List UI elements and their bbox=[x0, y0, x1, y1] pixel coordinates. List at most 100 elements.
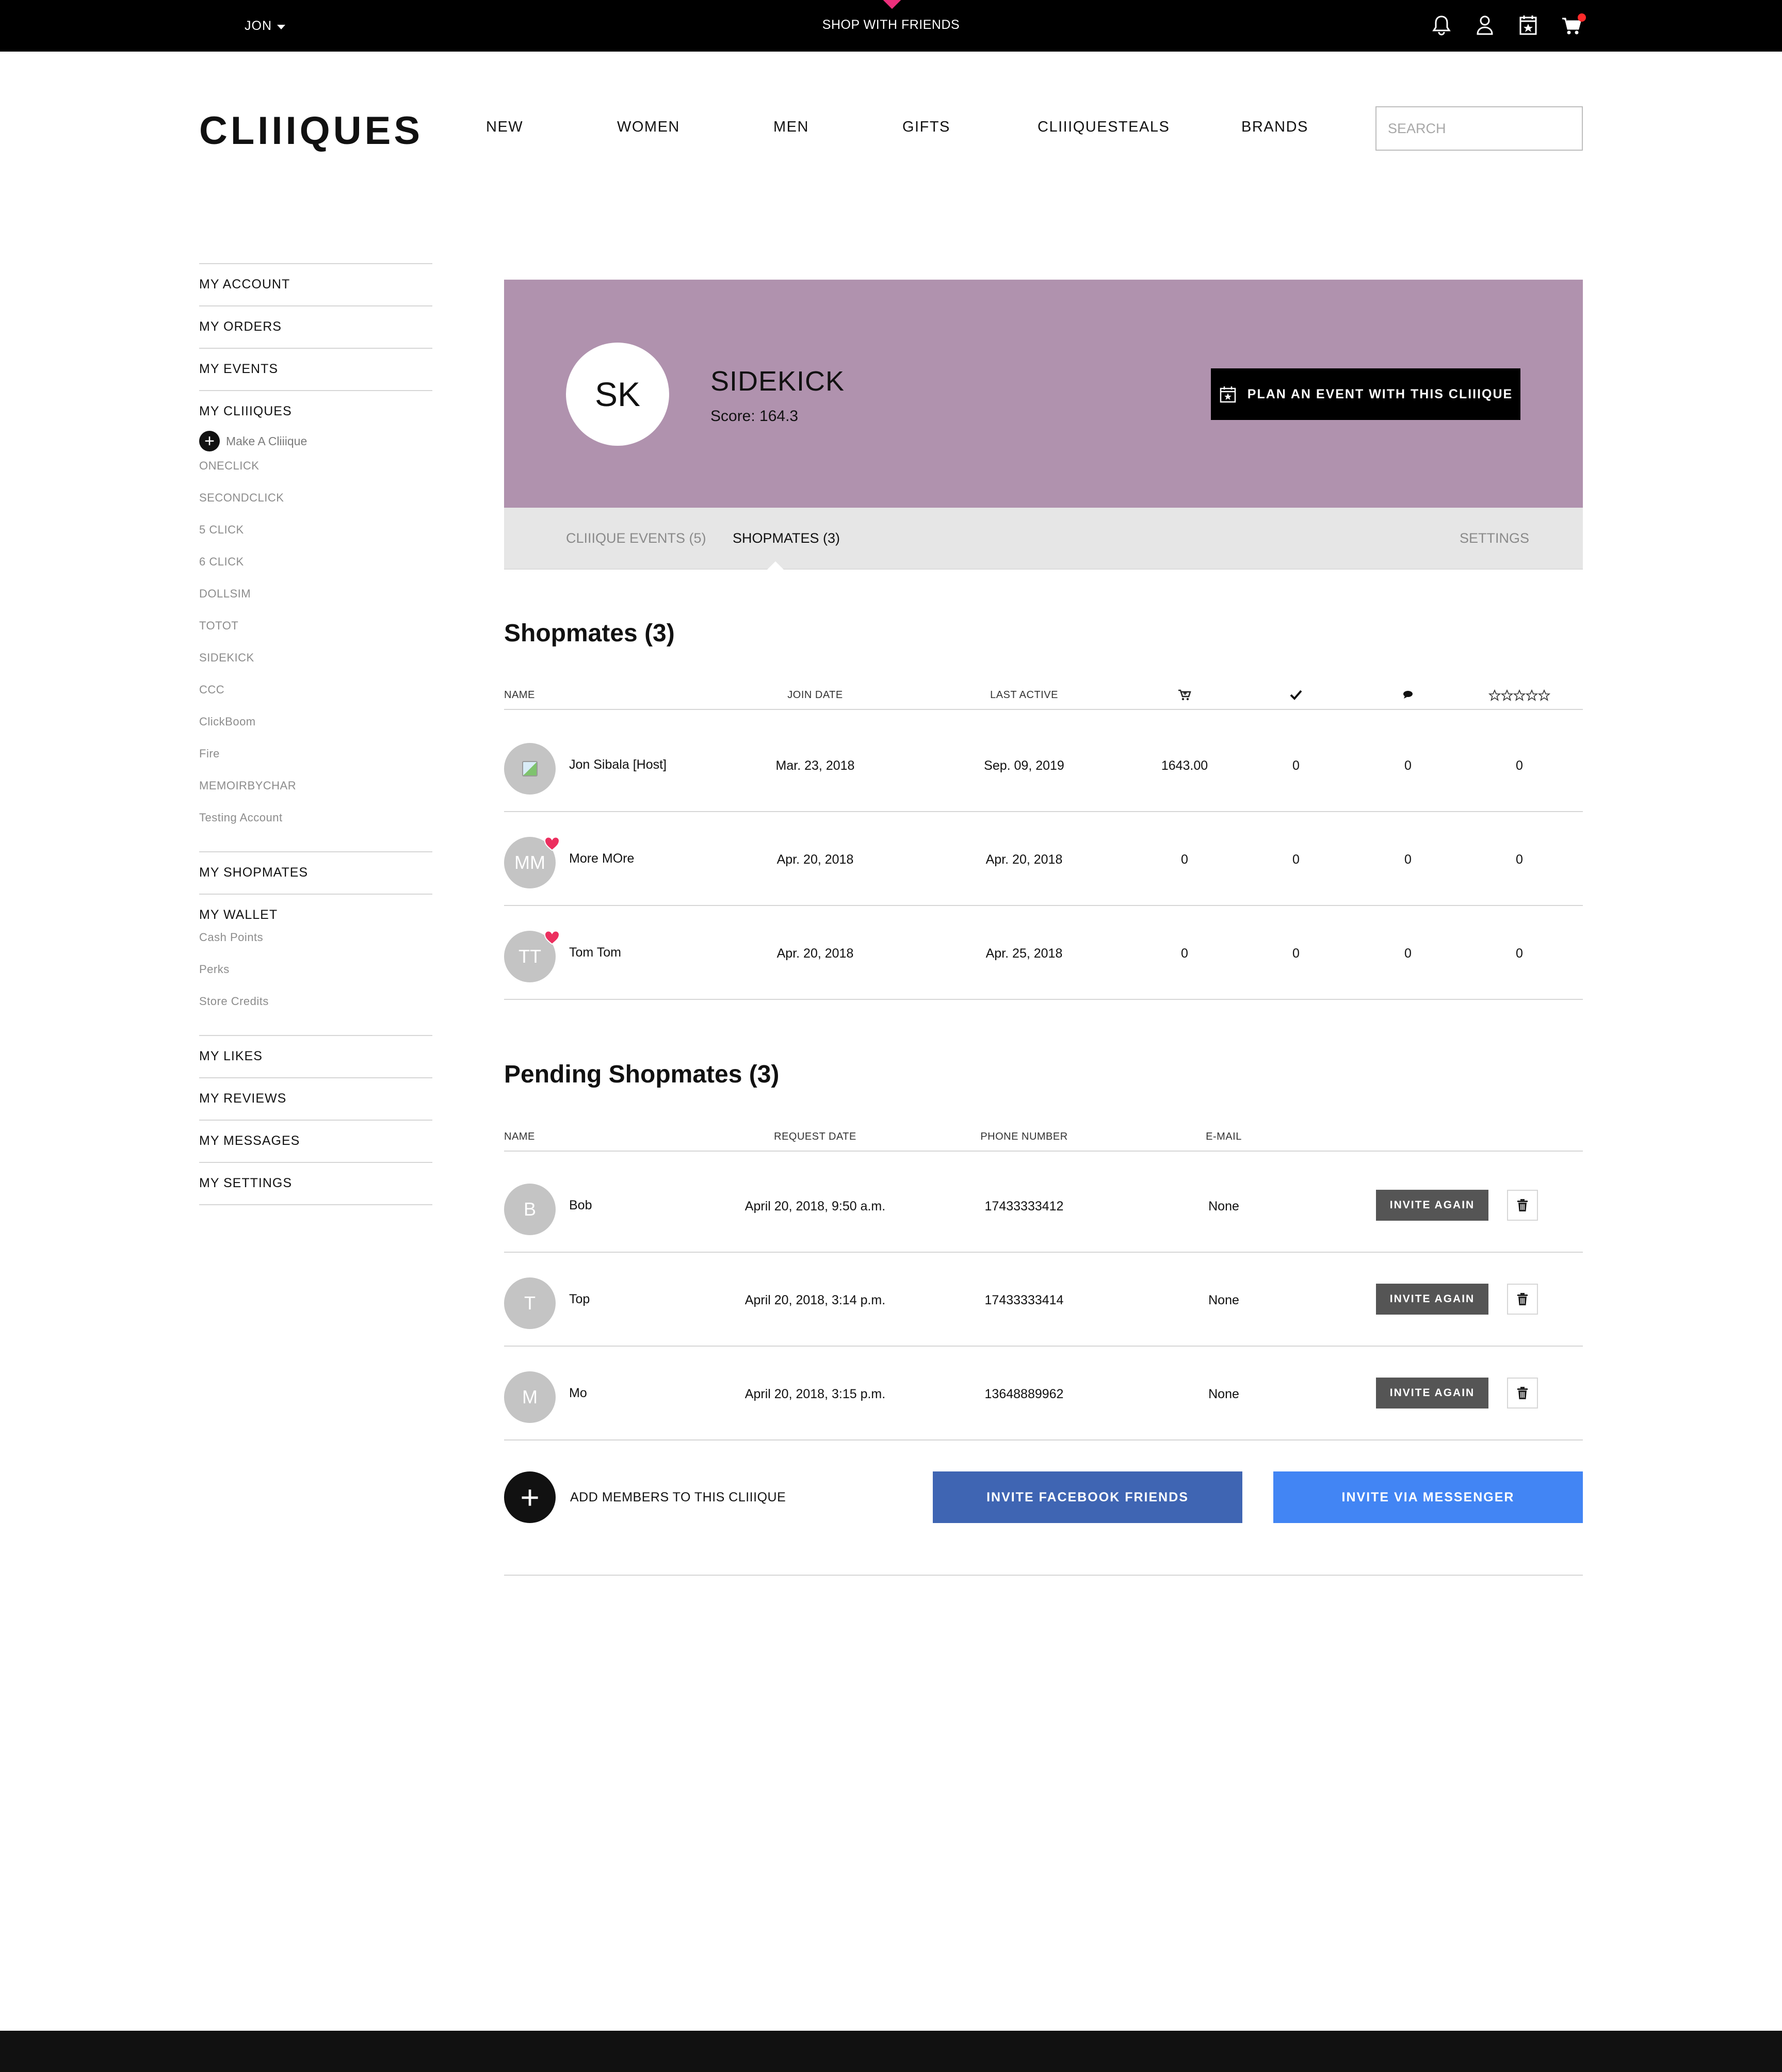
pending-phone: 13648889962 bbox=[984, 1387, 1064, 1401]
pending-avatar: T bbox=[504, 1277, 556, 1329]
col-comments bbox=[1401, 687, 1415, 702]
heart-icon bbox=[544, 930, 560, 945]
sidebar-my-events[interactable]: MY EVENTS bbox=[199, 349, 432, 390]
sidebar-cliiique-item[interactable]: DOLLSIM bbox=[199, 585, 432, 617]
nav-cliiiquesteals[interactable]: CLIIIQUESTEALS bbox=[1038, 119, 1241, 136]
account-sidebar: MY ACCOUNT MY ORDERS MY EVENTS MY CLIIIQ… bbox=[199, 263, 432, 1205]
shopmates-table-header: NAME JOIN DATE LAST ACTIVE bbox=[504, 689, 1583, 710]
invite-facebook-button[interactable]: INVITE FACEBOOK FRIENDS bbox=[933, 1471, 1242, 1523]
tab-settings[interactable]: SETTINGS bbox=[1460, 530, 1529, 546]
make-cliiique-link[interactable]: + Make A Cliiique bbox=[199, 425, 432, 457]
plan-event-label: PLAN AN EVENT WITH THIS CLIIIQUE bbox=[1247, 386, 1513, 401]
shopmate-comments: 0 bbox=[1404, 852, 1412, 867]
invite-again-button[interactable]: INVITE AGAIN bbox=[1376, 1190, 1488, 1221]
sidebar-cliiique-item[interactable]: Fire bbox=[199, 745, 432, 777]
trash-icon bbox=[1517, 1293, 1528, 1305]
shopmate-avatar bbox=[504, 743, 556, 795]
pending-row: B Bob April 20, 2018, 9:50 a.m. 17433333… bbox=[504, 1159, 1583, 1253]
shopmate-spent: 0 bbox=[1181, 852, 1188, 867]
invite-again-button[interactable]: INVITE AGAIN bbox=[1376, 1284, 1488, 1315]
sidebar-my-settings[interactable]: MY SETTINGS bbox=[199, 1163, 432, 1204]
broken-image-icon bbox=[522, 761, 538, 776]
sidebar-my-account[interactable]: MY ACCOUNT bbox=[199, 264, 432, 305]
cliiique-banner: SK SIDEKICK Score: 164.3 PLAN AN EVENT W… bbox=[504, 280, 1583, 508]
plan-event-button[interactable]: PLAN AN EVENT WITH THIS CLIIIQUE bbox=[1211, 368, 1520, 420]
nav-gifts[interactable]: GIFTS bbox=[902, 119, 1038, 136]
sidebar-cliiique-item[interactable]: CCC bbox=[199, 681, 432, 713]
nav-brands[interactable]: BRANDS bbox=[1241, 119, 1308, 136]
sidebar-store-credits[interactable]: Store Credits bbox=[199, 993, 432, 1025]
sidebar-cliiique-item[interactable]: TOTOT bbox=[199, 617, 432, 649]
cliiique-avatar: SK bbox=[566, 343, 669, 446]
sidebar-cliiique-item[interactable]: Testing Account bbox=[199, 809, 432, 841]
col-last-active: LAST ACTIVE bbox=[990, 689, 1058, 701]
nav-men[interactable]: MEN bbox=[773, 119, 902, 136]
cart-icon[interactable] bbox=[1560, 12, 1586, 38]
sidebar-cash-points[interactable]: Cash Points bbox=[199, 929, 432, 961]
shopmate-rating: 0 bbox=[1516, 758, 1523, 773]
pending-avatar: B bbox=[504, 1184, 556, 1235]
divider bbox=[504, 1575, 1583, 1576]
shopmate-spent: 1643.00 bbox=[1161, 758, 1208, 773]
sidebar-cliiique-item[interactable]: SIDEKICK bbox=[199, 649, 432, 681]
sidebar-cliiique-item[interactable]: 6 CLICK bbox=[199, 553, 432, 585]
pending-name: Top bbox=[569, 1292, 590, 1306]
cliiiques-list: + Make A Cliiique ONECLICK SECONDCLICK 5… bbox=[199, 425, 432, 851]
sidebar-cliiique-item[interactable]: ONECLICK bbox=[199, 457, 432, 489]
sidebar-my-orders[interactable]: MY ORDERS bbox=[199, 306, 432, 348]
delete-button[interactable] bbox=[1507, 1284, 1538, 1315]
invite-again-button[interactable]: INVITE AGAIN bbox=[1376, 1378, 1488, 1409]
user-icon[interactable] bbox=[1473, 12, 1496, 38]
shopmate-last-active: Apr. 25, 2018 bbox=[985, 946, 1063, 961]
shopmate-name[interactable]: More MOre bbox=[569, 851, 634, 866]
sidebar-my-shopmates[interactable]: MY SHOPMATES bbox=[199, 852, 432, 894]
site-logo[interactable]: CLIIIQUES bbox=[199, 108, 423, 153]
pending-avatar: M bbox=[504, 1371, 556, 1423]
sidebar-my-messages[interactable]: MY MESSAGES bbox=[199, 1121, 432, 1162]
sidebar-cliiique-item[interactable]: ClickBoom bbox=[199, 713, 432, 745]
shopmate-name[interactable]: Jon Sibala [Host] bbox=[569, 757, 667, 772]
sidebar-cliiique-item[interactable]: 5 CLICK bbox=[199, 521, 432, 553]
sidebar-cliiique-item[interactable]: MEMOIRBYCHAR bbox=[199, 777, 432, 809]
delete-button[interactable] bbox=[1507, 1378, 1538, 1409]
col-phone: PHONE NUMBER bbox=[980, 1131, 1068, 1142]
shopmate-join-date: Apr. 20, 2018 bbox=[776, 946, 854, 961]
nav-women[interactable]: WOMEN bbox=[617, 119, 773, 136]
nav-new[interactable]: NEW bbox=[486, 119, 617, 136]
sidebar-perks[interactable]: Perks bbox=[199, 961, 432, 993]
trash-icon bbox=[1517, 1387, 1528, 1399]
pending-name: Mo bbox=[569, 1386, 587, 1400]
col-join-date: JOIN DATE bbox=[787, 689, 843, 701]
invite-messenger-button[interactable]: INVITE VIA MESSENGER bbox=[1273, 1471, 1583, 1523]
sidebar-cliiique-item[interactable]: SECONDCLICK bbox=[199, 489, 432, 521]
top-bar: JON SHOP WITH FRIENDS bbox=[0, 0, 1782, 52]
sidebar-my-likes[interactable]: MY LIKES bbox=[199, 1036, 432, 1077]
col-cart bbox=[1177, 687, 1192, 702]
sidebar-my-reviews[interactable]: MY REVIEWS bbox=[199, 1078, 432, 1120]
col-name: NAME bbox=[504, 1131, 535, 1142]
search-input[interactable] bbox=[1388, 120, 1570, 137]
pending-email: None bbox=[1208, 1293, 1239, 1307]
shopmate-row: TT Tom Tom Apr. 20, 2018 Apr. 25, 2018 0… bbox=[504, 906, 1583, 1000]
pending-request-date: April 20, 2018, 9:50 a.m. bbox=[744, 1199, 886, 1213]
shopmate-checks: 0 bbox=[1292, 852, 1300, 867]
tab-shopmates[interactable]: SHOPMATES (3) bbox=[733, 530, 840, 546]
shopmate-checks: 0 bbox=[1292, 946, 1300, 961]
pending-row: M Mo April 20, 2018, 3:15 p.m. 136488899… bbox=[504, 1347, 1583, 1440]
add-members-button[interactable]: + ADD MEMBERS TO THIS CLIIIQUE bbox=[504, 1471, 786, 1523]
shopmates-title: Shopmates (3) bbox=[504, 620, 675, 647]
shopmate-last-active: Sep. 09, 2019 bbox=[984, 758, 1064, 773]
delete-button[interactable] bbox=[1507, 1190, 1538, 1221]
calendar-star-icon[interactable] bbox=[1517, 12, 1540, 38]
shopmate-comments: 0 bbox=[1404, 946, 1412, 961]
plus-circle-icon: + bbox=[199, 431, 220, 451]
shopmate-row: MM More MOre Apr. 20, 2018 Apr. 20, 2018… bbox=[504, 812, 1583, 906]
shopmate-row: Jon Sibala [Host] Mar. 23, 2018 Sep. 09,… bbox=[504, 718, 1583, 812]
cliiique-score: Score: 164.3 bbox=[710, 408, 799, 425]
shopmate-name[interactable]: Tom Tom bbox=[569, 945, 621, 960]
tab-cliiique-events[interactable]: CLIIIQUE EVENTS (5) bbox=[566, 530, 706, 546]
col-request-date: REQUEST DATE bbox=[774, 1131, 856, 1142]
make-cliiique-label: Make A Cliiique bbox=[226, 434, 307, 448]
shopmate-checks: 0 bbox=[1292, 758, 1300, 773]
bell-icon[interactable] bbox=[1430, 12, 1453, 38]
